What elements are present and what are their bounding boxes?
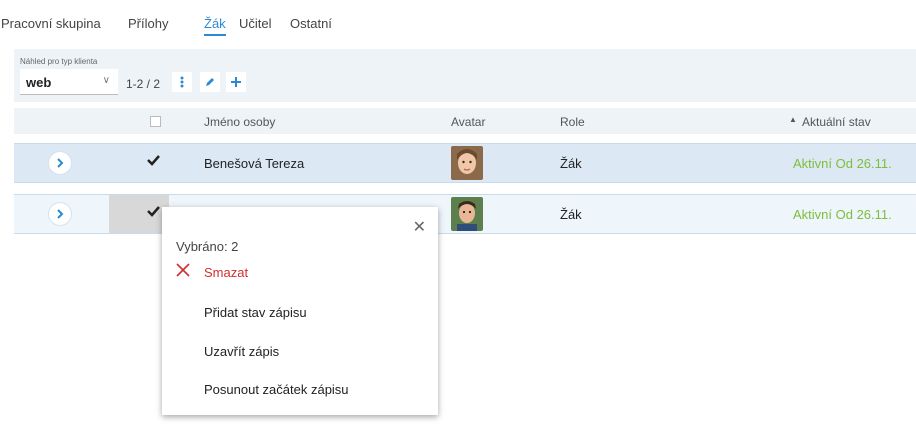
delete-action[interactable]: Smazat — [204, 265, 248, 280]
table-header: Jméno osoby Avatar Role ▲ Aktuální stav — [14, 108, 916, 134]
chevron-down-icon: ∨ — [102, 75, 110, 86]
expand-row-button[interactable] — [49, 203, 71, 225]
column-header-role[interactable]: Role — [560, 115, 585, 129]
table-row[interactable]: Benešová Tereza Žák Aktivní Od 26.11. — [14, 143, 916, 183]
status-value: Aktivní Od 26.11. — [793, 156, 892, 171]
chevron-right-icon — [57, 209, 64, 219]
client-type-caption: Náhled pro typ klienta — [20, 57, 98, 66]
avatar — [451, 146, 483, 180]
tab-bar: Pracovní skupina Přílohy Žák Učitel Osta… — [0, 0, 916, 44]
tab-zak[interactable]: Žák — [204, 16, 226, 36]
tab-ostatni[interactable]: Ostatní — [290, 16, 332, 31]
tab-prilohy[interactable]: Přílohy — [128, 16, 168, 31]
role-value: Žák — [560, 207, 582, 222]
pencil-icon — [206, 78, 214, 86]
column-header-status[interactable]: Aktuální stav — [802, 115, 871, 129]
plus-icon — [231, 77, 241, 87]
add-button[interactable] — [226, 72, 246, 92]
shift-enrollment-start-action[interactable]: Posunout začátek zápisu — [204, 382, 349, 397]
column-header-avatar[interactable]: Avatar — [451, 115, 485, 129]
checkmark-icon — [147, 155, 160, 166]
select-all-checkbox[interactable] — [150, 116, 161, 127]
chevron-right-icon — [57, 158, 64, 168]
sort-asc-icon: ▲ — [789, 115, 797, 124]
table-row[interactable]: Žák Aktivní Od 26.11. — [14, 194, 916, 234]
selected-count: Vybráno: 2 — [176, 239, 239, 254]
client-type-value: web — [26, 75, 52, 90]
tab-pracovni-skupina[interactable]: Pracovní skupina — [1, 16, 101, 31]
column-header-name[interactable]: Jméno osoby — [204, 115, 275, 129]
close-enrollment-action[interactable]: Uzavřít zápis — [204, 344, 279, 359]
checkmark-icon — [147, 206, 160, 217]
bulk-actions-popup: ✕ Vybráno: 2 Smazat Přidat stav zápisu U… — [162, 207, 438, 415]
row-checkbox[interactable] — [109, 144, 169, 182]
avatar — [451, 197, 483, 231]
tab-ucitel[interactable]: Učitel — [239, 16, 272, 31]
pager-info: 1-2 / 2 — [126, 77, 161, 91]
row-checkbox[interactable] — [109, 195, 169, 233]
vertical-dots-icon — [180, 76, 184, 88]
person-name: Benešová Tereza — [204, 156, 305, 171]
delete-x-icon[interactable] — [176, 263, 190, 277]
toolbar: Náhled pro typ klienta web ∨ 1-2 / 2 — [14, 49, 916, 102]
add-enrollment-status-action[interactable]: Přidat stav zápisu — [204, 305, 307, 320]
edit-button[interactable] — [200, 72, 220, 92]
client-type-select[interactable]: web ∨ — [20, 69, 118, 95]
expand-row-button[interactable] — [49, 152, 71, 174]
role-value: Žák — [560, 156, 582, 171]
more-menu-button[interactable] — [172, 72, 192, 92]
status-value: Aktivní Od 26.11. — [793, 207, 892, 222]
close-icon[interactable]: ✕ — [413, 217, 426, 237]
